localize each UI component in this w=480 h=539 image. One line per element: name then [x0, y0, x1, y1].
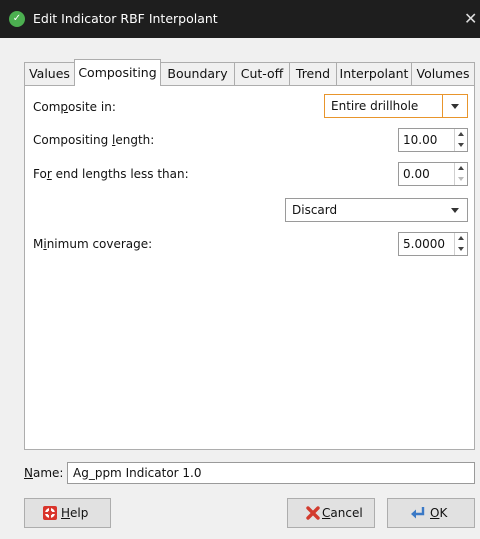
tab-boundary[interactable]: Boundary	[160, 62, 235, 85]
ok-button[interactable]: OK	[387, 498, 475, 528]
name-label: Name:	[24, 466, 64, 480]
return-arrow-icon	[411, 507, 425, 519]
minimum-coverage-value: 5.0000	[403, 237, 445, 251]
tab-values[interactable]: Values	[24, 62, 75, 85]
step-down-icon	[458, 177, 464, 181]
end-action-select[interactable]: Discard	[285, 198, 468, 222]
chevron-down-icon	[451, 208, 459, 213]
cancel-button[interactable]: Cancel	[287, 498, 375, 528]
tab-trend[interactable]: Trend	[289, 62, 337, 85]
composite-in-dropdown-button[interactable]	[442, 94, 468, 118]
title-bar: ✓ Edit Indicator RBF Interpolant ✕	[0, 0, 480, 38]
compositing-length-stepper[interactable]	[454, 129, 467, 151]
minimum-coverage-stepper[interactable]	[454, 233, 467, 255]
end-action-value: Discard	[292, 203, 338, 217]
window-title: Edit Indicator RBF Interpolant	[33, 11, 218, 26]
name-value: Ag_ppm Indicator 1.0	[73, 466, 202, 480]
chevron-down-icon	[451, 104, 459, 109]
minimum-coverage-label: Minimum coverage:	[33, 237, 153, 251]
composite-in-select[interactable]: Entire drillhole	[324, 94, 468, 118]
end-lengths-stepper[interactable]	[454, 163, 467, 185]
help-button[interactable]: Help	[24, 498, 111, 528]
tab-cut-off[interactable]: Cut-off	[234, 62, 290, 85]
ok-label: OK	[430, 506, 448, 520]
end-lengths-spinbox[interactable]: 0.00	[398, 162, 468, 186]
end-lengths-value: 0.00	[403, 167, 430, 181]
tab-compositing[interactable]: Compositing	[74, 59, 161, 86]
minimum-coverage-spinbox[interactable]: 5.0000	[398, 232, 468, 256]
compositing-length-value: 10.00	[403, 133, 438, 147]
compositing-panel: Composite in: Entire drillhole Compositi…	[24, 85, 475, 450]
cancel-label: Cancel	[322, 506, 363, 520]
step-down-icon[interactable]	[458, 143, 464, 147]
tab-volumes[interactable]: Volumes	[411, 62, 475, 85]
help-label: Help	[61, 506, 89, 520]
name-input[interactable]: Ag_ppm Indicator 1.0	[67, 462, 475, 484]
step-up-icon[interactable]	[458, 132, 464, 136]
step-up-icon[interactable]	[458, 166, 464, 170]
end-action-dropdown-button[interactable]	[443, 199, 467, 221]
lifebuoy-icon	[43, 506, 57, 520]
compositing-length-label: Compositing length:	[33, 133, 155, 147]
composite-in-value: Entire drillhole	[331, 99, 419, 113]
close-icon[interactable]: ✕	[464, 0, 480, 38]
red-x-icon	[306, 506, 320, 520]
tab-interpolant[interactable]: Interpolant	[336, 62, 412, 85]
leapfrog-app-icon: ✓	[9, 11, 25, 27]
step-up-icon[interactable]	[458, 236, 464, 240]
compositing-length-spinbox[interactable]: 10.00	[398, 128, 468, 152]
composite-in-label: Composite in:	[33, 100, 116, 114]
end-lengths-label: For end lengths less than:	[33, 167, 189, 181]
step-down-icon[interactable]	[458, 247, 464, 251]
